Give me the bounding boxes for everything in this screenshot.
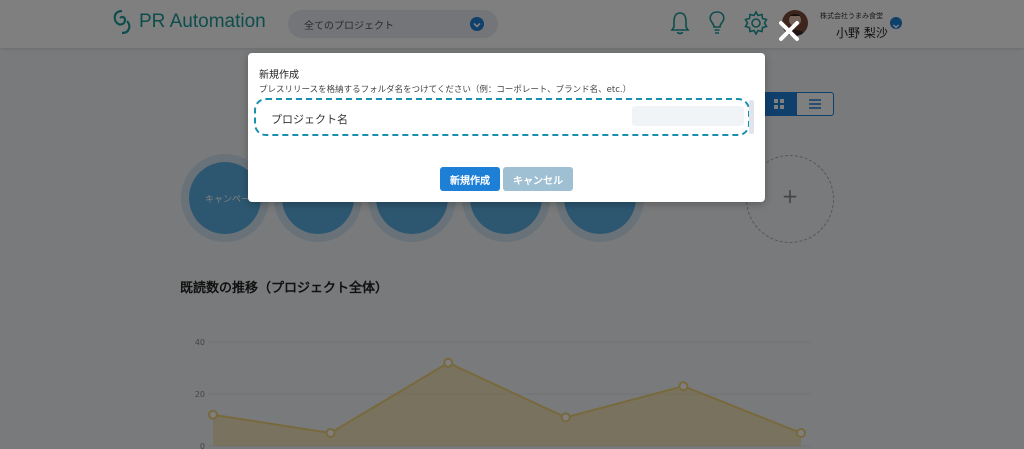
modal-title: 新規作成 (259, 70, 299, 81)
project-name-field-highlight: プロジェクト名 (254, 98, 750, 136)
project-name-input[interactable] (358, 106, 638, 124)
project-name-label: プロジェクト名 (271, 113, 348, 126)
input-addon (632, 106, 744, 126)
create-button[interactable]: 新規作成 (440, 167, 500, 191)
close-icon[interactable] (778, 20, 800, 42)
modal-description: プレスリリースを格納するフォルダ名をつけてください（例：コーポレート、ブランド名… (259, 85, 632, 95)
modal-scrollbar[interactable] (749, 100, 754, 134)
new-project-modal: 新規作成 プレスリリースを格納するフォルダ名をつけてください（例：コーポレート、… (248, 53, 765, 202)
cancel-button[interactable]: キャンセル (503, 167, 573, 191)
